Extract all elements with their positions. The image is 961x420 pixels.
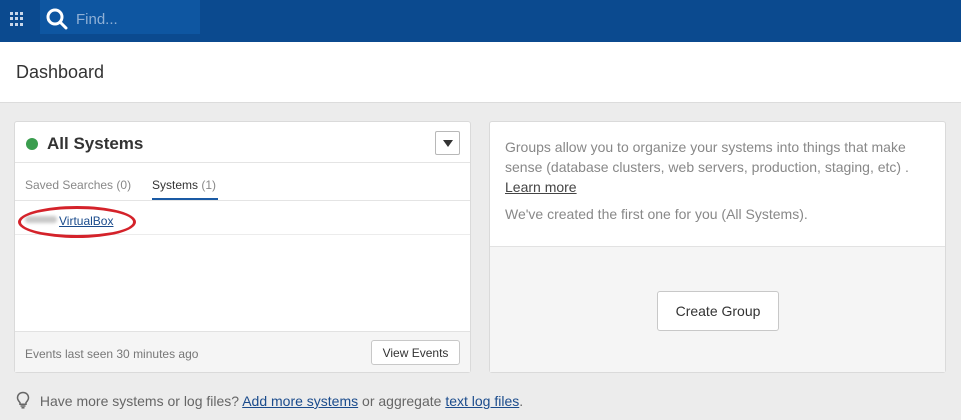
- all-systems-card: All Systems Saved Searches (0) Systems (…: [14, 121, 471, 373]
- tab-label: Systems: [152, 178, 199, 192]
- groups-action-area: Create Group: [490, 246, 945, 372]
- lightbulb-icon: [16, 391, 30, 409]
- created-note: We've created the first one for you (All…: [505, 206, 808, 222]
- groups-description-text: Groups allow you to organize your system…: [505, 139, 909, 175]
- bottom-note-prefix: Have more systems or log files?: [39, 393, 240, 409]
- divider: [15, 162, 470, 163]
- group-dropdown-button[interactable]: [435, 131, 460, 155]
- search-input[interactable]: [76, 9, 196, 29]
- last-seen-text: Events last seen 30 minutes ago: [25, 347, 199, 361]
- card-title: All Systems: [47, 134, 144, 153]
- top-bar: [0, 0, 961, 42]
- bottom-note-suffix: .: [519, 393, 524, 409]
- page-title: Dashboard: [16, 62, 105, 82]
- apps-grid-icon[interactable]: [10, 12, 24, 26]
- tab-systems[interactable]: Systems (1): [152, 178, 216, 192]
- text-log-files-link[interactable]: text log files: [445, 393, 519, 409]
- view-events-button[interactable]: View Events: [371, 340, 460, 365]
- page-header: Dashboard: [0, 42, 961, 103]
- groups-card: Groups allow you to organize your system…: [489, 121, 946, 373]
- tab-count: (1): [201, 178, 217, 192]
- groups-description: Groups allow you to organize your system…: [505, 137, 935, 197]
- search-icon[interactable]: [46, 8, 68, 30]
- highlight-annotation: [18, 206, 136, 238]
- create-group-button[interactable]: Create Group: [657, 291, 779, 331]
- caret-down-icon: [443, 140, 453, 147]
- tab-count: (0): [116, 178, 132, 192]
- learn-more-link[interactable]: Learn more: [505, 179, 577, 195]
- tab-label: Saved Searches: [25, 178, 114, 192]
- add-more-systems-link[interactable]: Add more systems: [242, 393, 358, 409]
- system-row: VirtualBox: [15, 201, 470, 238]
- tab-saved-searches[interactable]: Saved Searches (0): [25, 178, 131, 192]
- bottom-note: Have more systems or log files? Add more…: [16, 391, 523, 409]
- status-indicator: [26, 138, 38, 150]
- card-footer: Events last seen 30 minutes ago View Eve…: [15, 331, 470, 372]
- bottom-note-middle: or aggregate: [362, 393, 442, 409]
